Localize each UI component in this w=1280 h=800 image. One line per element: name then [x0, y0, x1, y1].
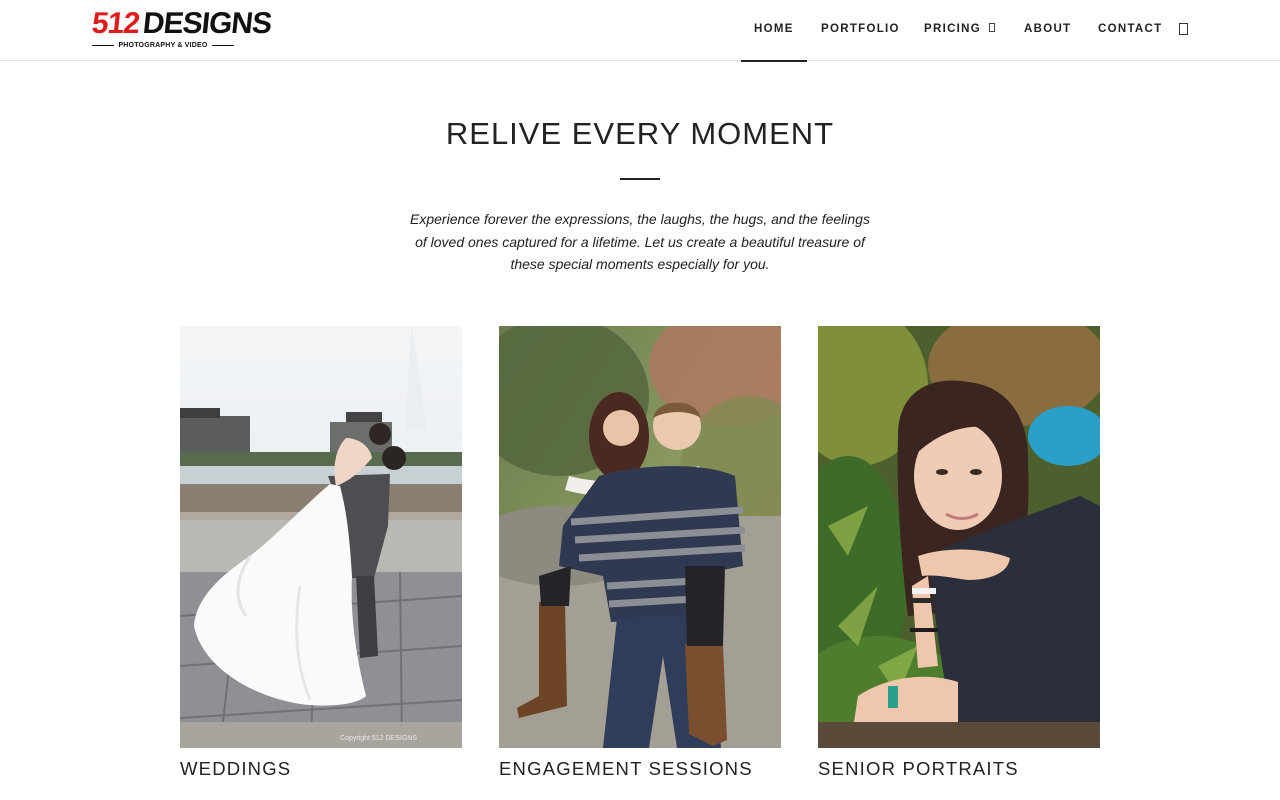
site-header: 512DESIGNS PHOTOGRAPHY & VIDEO HOME PORT…: [0, 0, 1280, 62]
nav-item-pricing[interactable]: PRICING: [924, 22, 996, 36]
search-icon[interactable]: [1179, 23, 1188, 35]
logo-wordmark: 512DESIGNS: [90, 7, 273, 40]
logo-word: DESIGNS: [141, 7, 273, 40]
intro-line-3: these special moments especially for you…: [510, 256, 770, 272]
nav-item-home[interactable]: HOME: [741, 22, 807, 62]
card-caption-weddings[interactable]: WEDDINGS: [180, 758, 462, 780]
title-divider: [620, 178, 660, 180]
site-logo[interactable]: 512DESIGNS PHOTOGRAPHY & VIDEO: [90, 7, 273, 52]
page-title: RELIVE EVERY MOMENT: [445, 116, 835, 151]
chevron-down-icon: [989, 23, 996, 33]
senior-portraits-photo[interactable]: [818, 326, 1100, 748]
logo-rule-right: [211, 44, 234, 46]
logo-tagline: PHOTOGRAPHY & VIDEO: [118, 41, 208, 49]
nav-item-contact[interactable]: CONTACT: [1098, 22, 1162, 36]
intro-text: Experience forever the expressions, the …: [400, 208, 880, 276]
gallery-card-weddings[interactable]: Copyright 512 DESIGNS WEDDINGS: [180, 326, 462, 780]
gallery-card-senior-portraits[interactable]: SENIOR PORTRAITS: [818, 326, 1100, 780]
gallery-card-engagement[interactable]: ENGAGEMENT SESSIONS: [499, 326, 781, 780]
photo-watermark: Copyright 512 DESIGNS: [340, 735, 417, 742]
logo-rule-left: [92, 44, 115, 46]
nav-item-pricing-label: PRICING: [924, 23, 982, 35]
logo-number: 512: [90, 7, 141, 40]
intro-line-2: of loved ones captured for a lifetime. L…: [415, 233, 865, 250]
card-caption-senior-portraits[interactable]: SENIOR PORTRAITS: [818, 758, 1100, 780]
logo-tagline-row: PHOTOGRAPHY & VIDEO: [92, 40, 234, 50]
card-caption-engagement[interactable]: ENGAGEMENT SESSIONS: [499, 758, 781, 780]
nav-item-about[interactable]: ABOUT: [1024, 22, 1071, 36]
intro-line-1: Experience forever the expressions, the …: [410, 211, 870, 227]
weddings-photo[interactable]: Copyright 512 DESIGNS: [180, 326, 462, 748]
engagement-photo[interactable]: [499, 326, 781, 748]
nav-item-portfolio[interactable]: PORTFOLIO: [821, 22, 900, 36]
